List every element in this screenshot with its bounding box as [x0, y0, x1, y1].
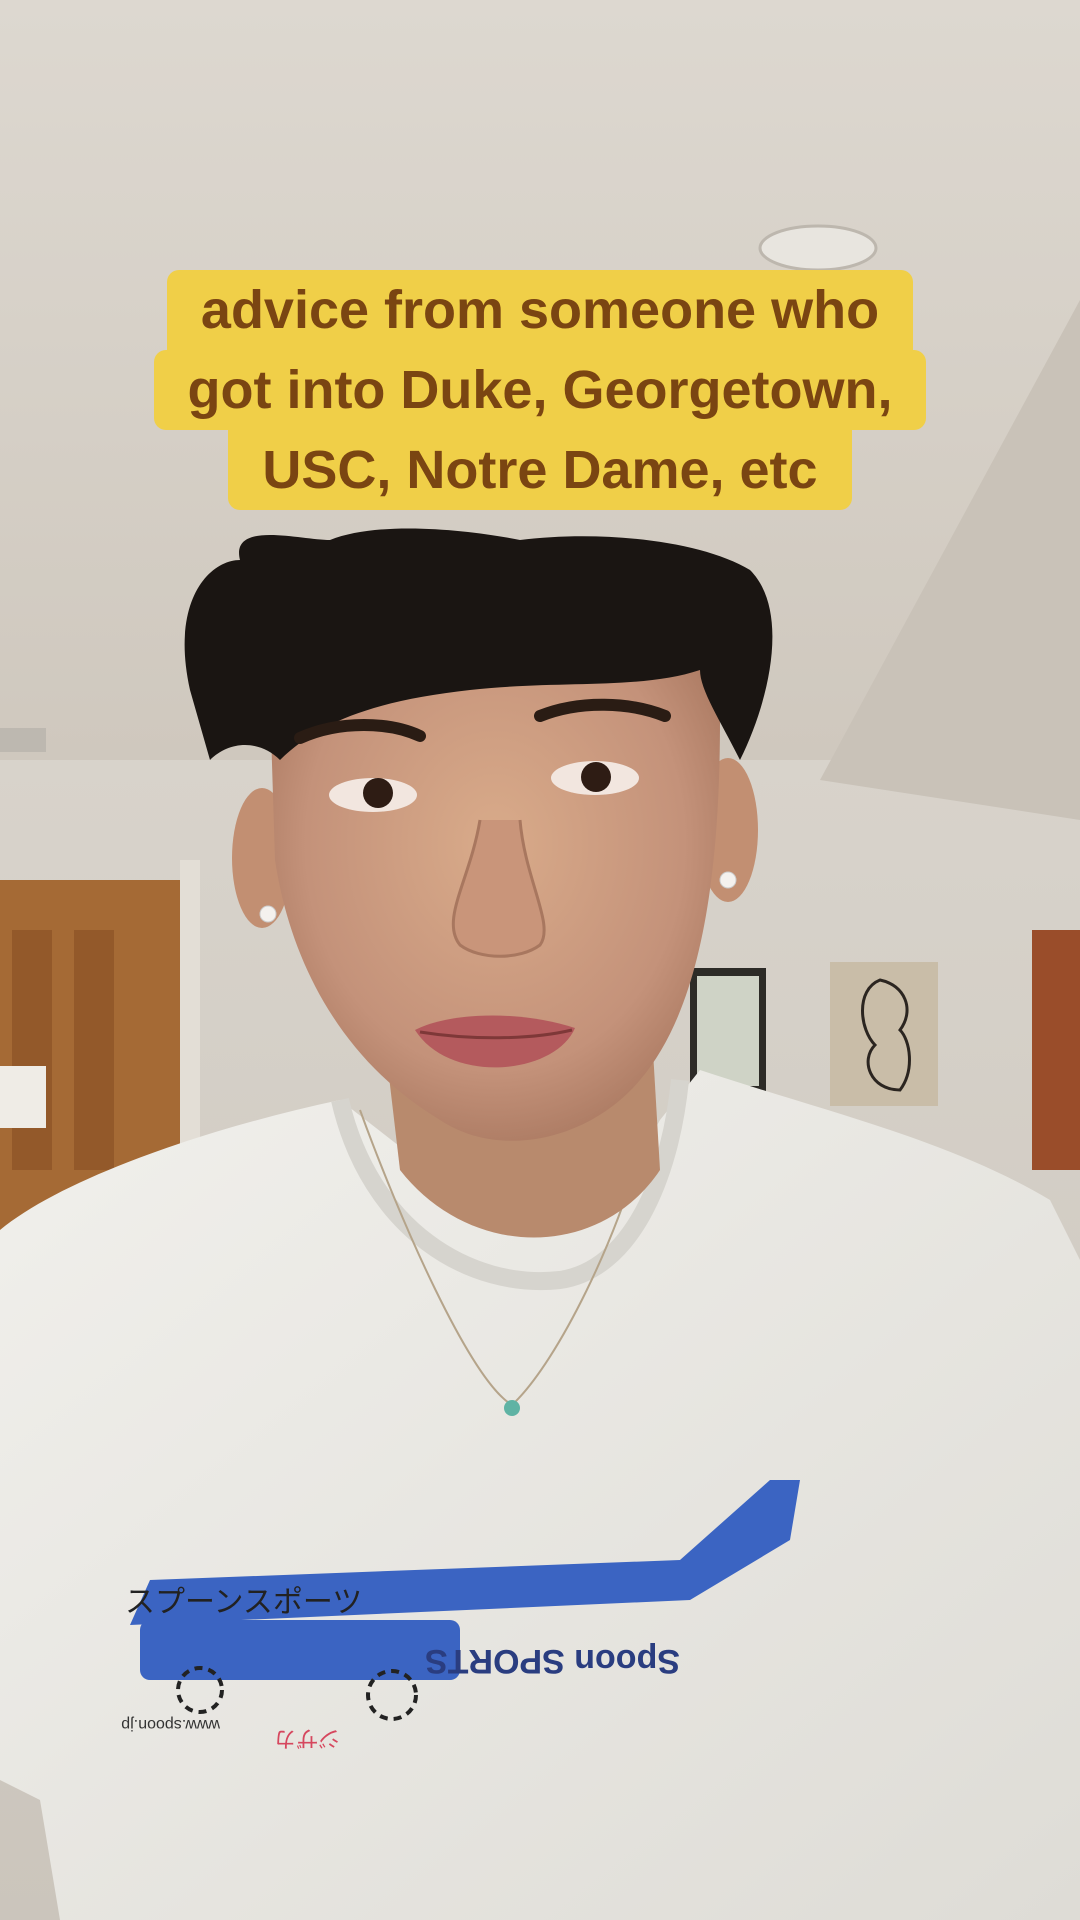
- right-earring: [719, 871, 737, 889]
- door-panel: [74, 930, 114, 1170]
- wall-vent: [0, 728, 46, 752]
- right-pupil: [581, 762, 611, 792]
- left-earring: [259, 905, 277, 923]
- caption-line-1: advice from someone who: [166, 270, 914, 350]
- door-sign: [0, 1066, 46, 1128]
- hallway-door: [1032, 930, 1080, 1170]
- caption-line-2: got into Duke, Georgetown,: [153, 350, 927, 430]
- door-panel: [12, 930, 52, 1170]
- picture-frame-line-art: [830, 962, 938, 1106]
- shirt-print-japanese: スプーンスポーツ: [125, 1585, 362, 1620]
- shirt-print-mark: ジザカ: [274, 1725, 340, 1750]
- picture-art: [697, 976, 759, 1086]
- shirt-print-url: www.spoon.jp: [121, 1716, 221, 1733]
- left-pupil: [363, 778, 393, 808]
- shirt-print-brand: Spoon SPORTS: [425, 1642, 680, 1680]
- ceiling-vent: [758, 224, 878, 272]
- caption: advice from someone who got into Duke, G…: [0, 270, 1080, 510]
- necklace-pendant: [504, 1400, 520, 1416]
- caption-line-3: USC, Notre Dame, etc: [228, 430, 852, 510]
